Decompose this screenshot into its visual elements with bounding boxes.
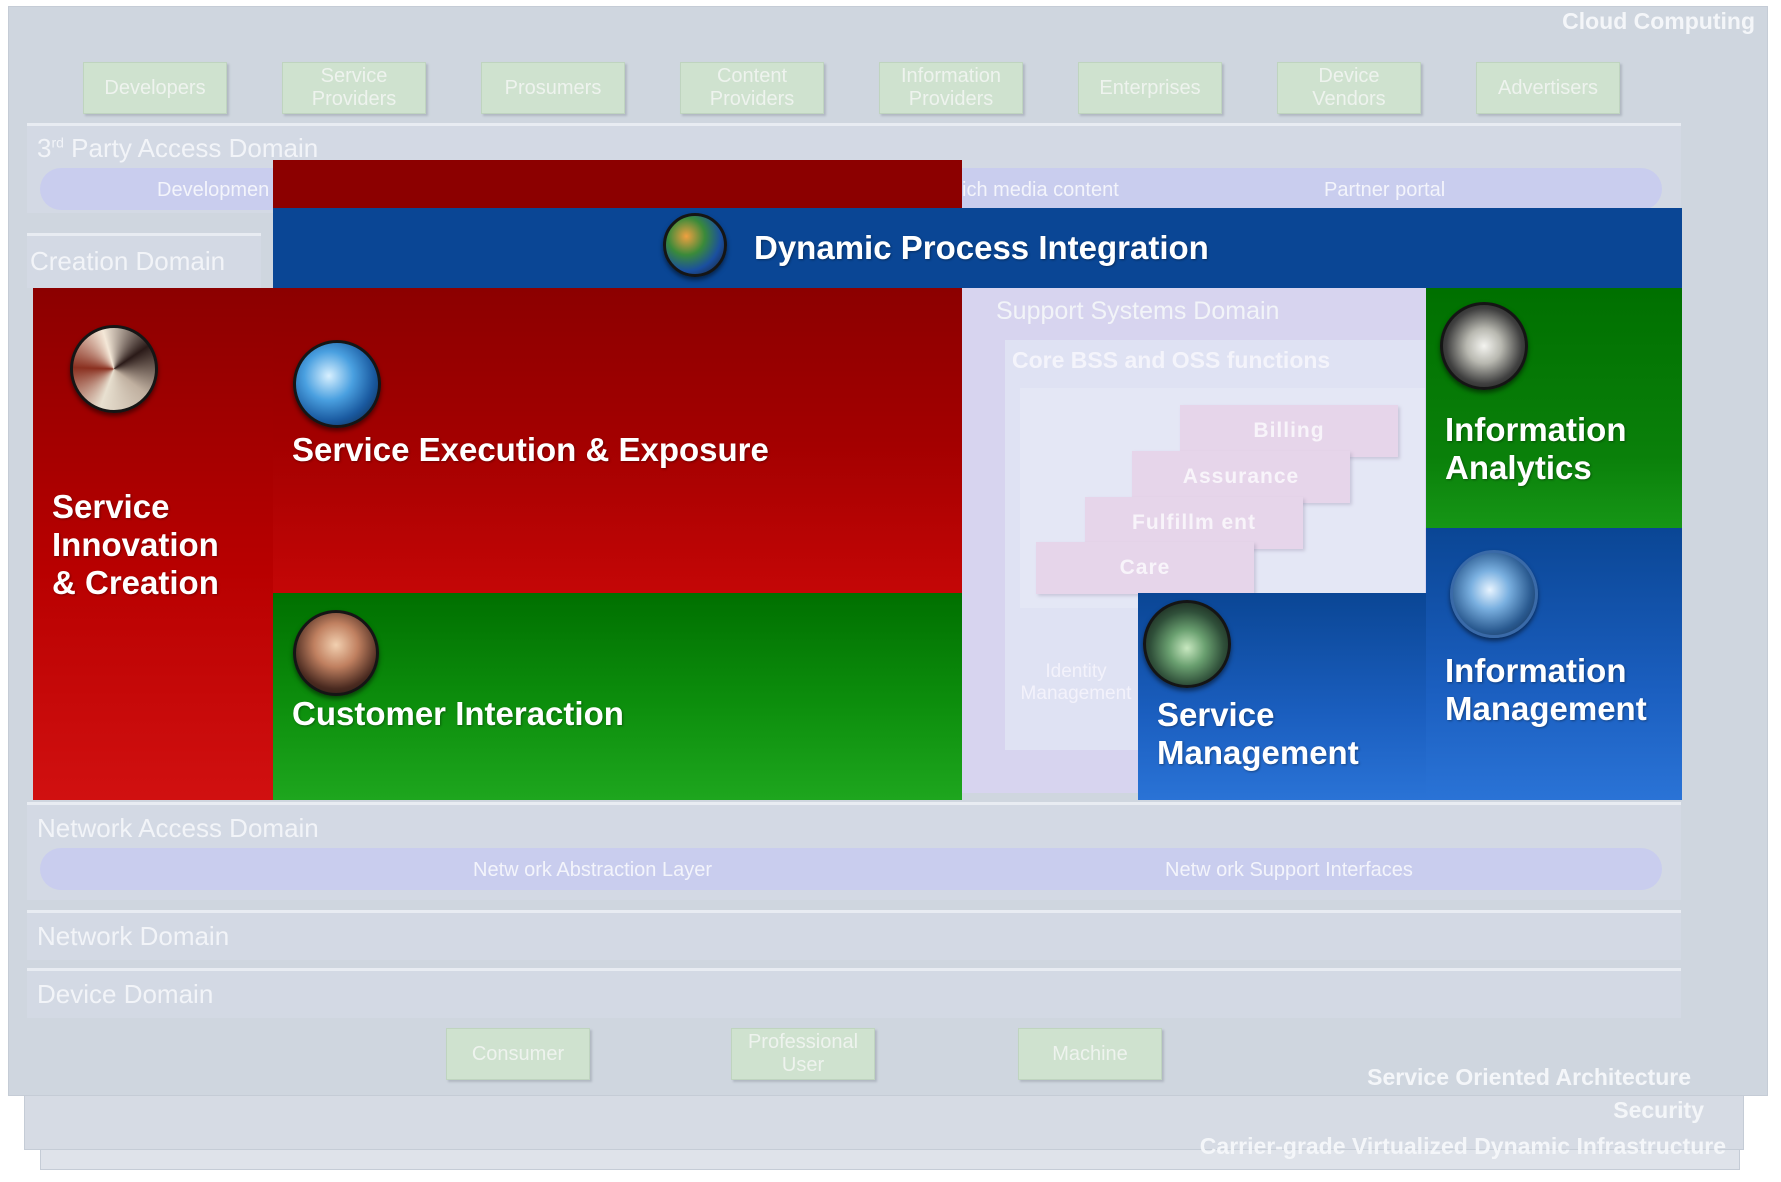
- device-consumer: Consumer: [446, 1028, 590, 1080]
- network-domain-label: Network Domain: [37, 921, 230, 951]
- light-trails-icon: [70, 325, 158, 413]
- stakeholder-prosumers: Prosumers: [481, 62, 625, 114]
- stakeholder-information-providers: Information Providers: [879, 62, 1023, 114]
- third-party-item-rich-media: ich media content: [962, 179, 1119, 201]
- service-execution-exposure-label: Service Execution & Exposure: [292, 431, 769, 468]
- stakeholder-service-providers: Service Providers: [282, 62, 426, 114]
- third-party-item-partner-portal: Partner portal: [1324, 179, 1446, 201]
- assurance-step: Assurance: [1132, 451, 1350, 503]
- identity-management-label: Identity Management: [1020, 661, 1132, 704]
- device-data-icon: [1450, 550, 1538, 638]
- operations-center-icon: [1143, 600, 1231, 688]
- infrastructure-label: Carrier-grade Virtualized Dynamic Infras…: [1199, 1133, 1726, 1159]
- customer-icon: [293, 610, 379, 696]
- cloud-computing-label: Cloud Computing: [1562, 8, 1755, 34]
- network-abstraction-layer-label: Netw ork Abstraction Layer: [473, 859, 712, 881]
- care-step: Care: [1036, 542, 1254, 594]
- network-domain: [27, 910, 1681, 960]
- service-execution-top-strip: [273, 160, 962, 210]
- information-management-label: Information Management: [1445, 652, 1647, 727]
- billing-step: Billing: [1180, 405, 1398, 457]
- network-access-domain-label: Network Access Domain: [37, 813, 319, 843]
- service-innovation-creation-label: Service Innovation & Creation: [52, 488, 219, 601]
- support-systems-domain-label: Support Systems Domain: [996, 297, 1280, 325]
- service-management-label: Service Management: [1157, 696, 1359, 771]
- core-bss-oss-label: Core BSS and OSS functions: [1012, 347, 1331, 373]
- soa-label: Service Oriented Architecture: [1367, 1064, 1691, 1090]
- stakeholder-content-providers: Content Providers: [680, 62, 824, 114]
- device-domain: [27, 968, 1681, 1018]
- device-domain-label: Device Domain: [37, 979, 214, 1009]
- security-label: Security: [1613, 1097, 1704, 1123]
- creation-domain-label: Creation Domain: [30, 246, 226, 276]
- information-analytics-label: Information Analytics: [1445, 411, 1627, 486]
- stakeholder-advertisers: Advertisers: [1476, 62, 1620, 114]
- device-machine: Machine: [1018, 1028, 1162, 1080]
- customer-interaction-label: Customer Interaction: [292, 695, 624, 732]
- stakeholder-enterprises: Enterprises: [1078, 62, 1222, 114]
- stakeholder-developers: Developers: [83, 62, 227, 114]
- data-globe-icon: [293, 340, 381, 428]
- meeting-icon: [1440, 302, 1528, 390]
- puzzle-icon: [663, 213, 727, 277]
- third-party-item-development: Developmen: [157, 179, 270, 201]
- dynamic-process-integration-label: Dynamic Process Integration: [754, 229, 1209, 266]
- stakeholder-device-vendors: Device Vendors: [1277, 62, 1421, 114]
- device-professional-user: Professional User: [731, 1028, 875, 1080]
- network-access-pill: [40, 848, 1662, 890]
- network-support-interfaces-label: Netw ork Support Interfaces: [1165, 859, 1413, 881]
